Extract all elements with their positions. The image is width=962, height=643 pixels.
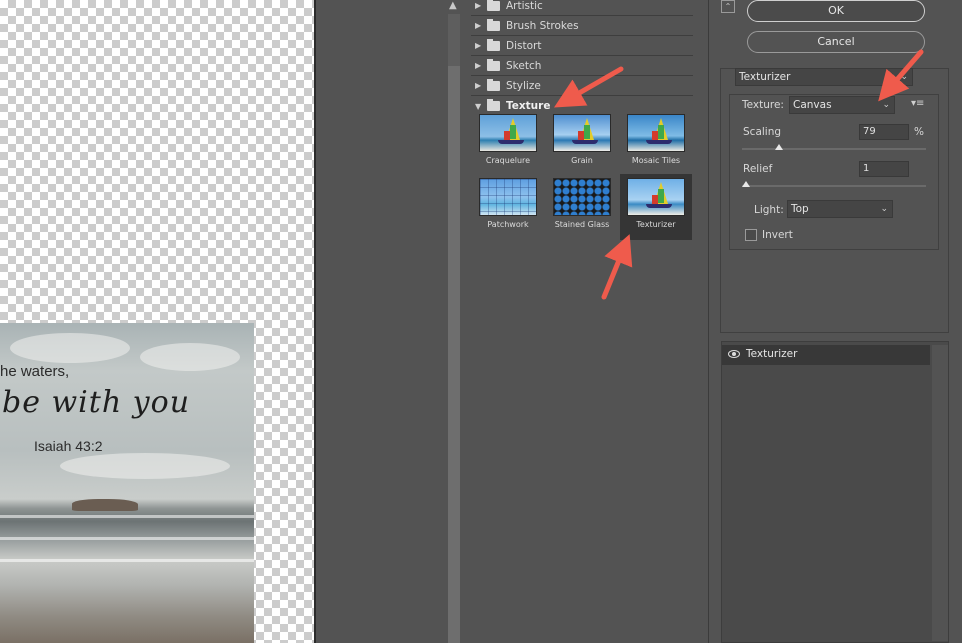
scaling-slider[interactable] [742,144,926,150]
scaling-unit: % [914,126,924,138]
category-label: Artistic [506,0,543,12]
relief-label: Relief [743,163,773,175]
filter-thumbnail [553,178,611,216]
category-label: Stylize [506,79,541,92]
folder-icon [487,0,500,11]
light-select-value: Top [791,203,809,215]
texture-select[interactable]: Canvas ⌄ [789,96,895,114]
category-sketch[interactable]: ▶ Sketch [471,56,693,76]
texture-label: Texture: [742,99,784,111]
ok-button[interactable]: OK [747,0,925,22]
settings-panel: ⌃ OK Cancel Texturizer ⌄ Texture: Canvas… [708,0,962,643]
expand-arrow-icon: ▶ [475,41,482,50]
filter-select-value: Texturizer [739,71,791,83]
scaling-slider-handle[interactable] [774,144,783,150]
category-artistic[interactable]: ▶ Artistic [471,0,693,16]
verse-line-1: he waters, [0,363,70,380]
filter-thumbnail [479,114,537,152]
category-label: Sketch [506,59,542,72]
collapse-gallery-icon[interactable]: ⌃ [721,0,735,13]
texture-select-value: Canvas [793,99,832,111]
folder-icon [487,58,500,71]
verse-reference: Isaiah 43:2 [34,438,103,454]
light-select[interactable]: Top ⌄ [787,200,893,218]
category-label: Distort [506,39,542,52]
scroll-up-icon[interactable]: ▲ [449,0,457,11]
visibility-eye-icon[interactable] [728,350,740,358]
verse-line-2: be with you [2,385,191,420]
filter-select[interactable]: Texturizer ⌄ [735,68,913,86]
filter-thumbnail [627,178,685,216]
folder-icon [487,18,500,31]
scaling-label: Scaling [743,126,782,138]
expand-arrow-icon: ▶ [475,1,482,10]
category-distort[interactable]: ▶ Distort [471,36,693,56]
chevron-down-icon: ⌄ [882,100,890,110]
filter-name: Mosaic Tiles [631,156,681,165]
filter-patchwork[interactable]: Patchwork [472,174,544,238]
chevron-down-icon: ⌄ [880,204,888,214]
folder-icon [487,78,500,91]
folder-icon [487,38,500,51]
effect-layer-name: Texturizer [746,348,798,360]
filter-thumbnail [627,114,685,152]
filter-thumbnail [479,178,537,216]
expand-arrow-icon: ▶ [475,81,482,90]
scaling-input[interactable]: 79 [859,124,909,140]
effect-layers-list: Texturizer [721,341,949,643]
relief-input[interactable]: 1 [859,161,909,177]
filter-name: Grain [571,156,593,165]
filter-gallery: ▶ Artistic ▶ Brush Strokes ▶ Distort ▶ S… [471,0,695,643]
invert-label: Invert [762,229,793,241]
category-label: Brush Strokes [506,19,579,32]
relief-slider-handle[interactable] [741,181,750,187]
expand-arrow-icon: ▶ [475,61,482,70]
filter-texturizer[interactable]: Texturizer [620,174,692,240]
filter-stained-glass[interactable]: Stained Glass [546,174,618,238]
texture-menu-icon[interactable]: ▾≡ [911,98,924,109]
preview-canvas[interactable]: he waters, be with you Isaiah 43:2 [0,0,314,643]
light-label: Light: [754,204,784,216]
category-brush-strokes[interactable]: ▶ Brush Strokes [471,16,693,36]
filter-name: Craquelure [485,156,531,165]
filter-mosaic-tiles[interactable]: Mosaic Tiles [620,110,692,174]
category-stylize[interactable]: ▶ Stylize [471,76,693,96]
preview-image: he waters, be with you Isaiah 43:2 [0,323,254,643]
filter-gallery-window: he waters, be with you Isaiah 43:2 ▲ ▶ A… [0,0,962,643]
effect-layer-row[interactable]: Texturizer [722,345,930,365]
filter-craquelure[interactable]: Craquelure [472,110,544,174]
filter-name: Patchwork [487,220,529,229]
expand-arrow-icon: ▶ [475,21,482,30]
filter-name: Texturizer [636,220,676,229]
texture-thumbnails: Craquelure Grain Mosaic Tiles Patchwork … [471,110,693,245]
scrollbar-thumb[interactable] [448,66,460,643]
gallery-scrollbar[interactable]: ▲ [446,0,462,643]
relief-slider[interactable] [741,181,926,187]
filter-grain[interactable]: Grain [546,110,618,174]
chevron-down-icon: ⌄ [900,72,908,82]
layers-scrollbar[interactable] [932,345,948,641]
invert-checkbox[interactable] [745,229,757,241]
filter-name: Stained Glass [554,220,610,229]
filter-thumbnail [553,114,611,152]
cancel-button[interactable]: Cancel [747,31,925,53]
